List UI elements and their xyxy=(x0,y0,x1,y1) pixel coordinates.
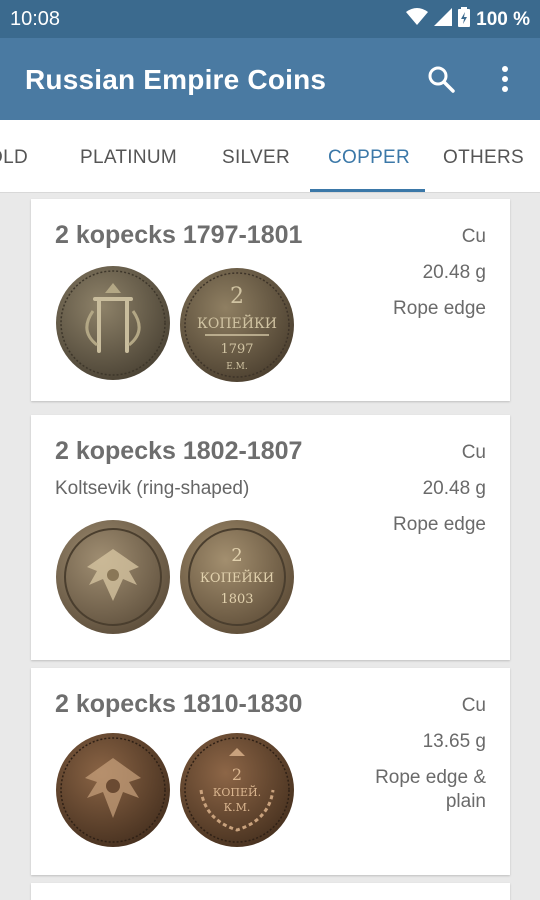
tab-bar: OLD PLATINUM SILVER COPPER OTHERS xyxy=(0,120,540,193)
coin-title: 2 kopecks 1802-1807 xyxy=(55,437,303,465)
coin-reverse-denomination: 2 xyxy=(232,765,242,784)
coin-metal: Cu xyxy=(461,695,486,716)
coin-reverse-word: КОПЕЙКИ xyxy=(197,313,277,332)
status-time: 10:08 xyxy=(10,8,61,30)
coin-list: 2 kopecks 1797-1801 Cu 20.48 g Rope edge… xyxy=(0,193,540,900)
coin-reverse-word: КОПЕЙ. xyxy=(213,785,261,799)
coin-obverse-image xyxy=(56,733,170,847)
coin-reverse-denomination: 2 xyxy=(230,284,244,309)
coin-meta: Cu 20.48 g Rope edge xyxy=(393,441,486,549)
coin-weight: 20.48 g xyxy=(422,262,486,283)
battery-icon xyxy=(458,7,471,33)
more-vert-icon[interactable] xyxy=(488,62,522,96)
coin-weight: 13.65 g xyxy=(422,731,486,752)
tab-gold[interactable]: OLD xyxy=(0,147,28,169)
coin-meta: Cu 20.48 g Rope edge xyxy=(393,225,486,333)
coin-reverse-year: 1803 xyxy=(220,592,253,607)
coin-card[interactable]: 2 kopecks 1810-1830 Cu 13.65 g Rope edge… xyxy=(31,668,510,875)
coin-card[interactable] xyxy=(31,883,510,900)
coin-reverse-denomination: 2 xyxy=(231,545,242,566)
coin-metal: Cu xyxy=(461,226,486,247)
coin-reverse-image: 2 КОПЕЙКИ 1803 xyxy=(180,520,294,634)
status-icons: 100 % xyxy=(406,7,530,33)
coin-meta: Cu 13.65 g Rope edge & plain xyxy=(356,694,486,826)
coin-reverse-mint: К.М. xyxy=(224,801,251,814)
coin-obverse-image xyxy=(56,266,170,380)
tab-silver[interactable]: SILVER xyxy=(222,147,290,169)
coin-title: 2 kopecks 1797-1801 xyxy=(55,221,303,249)
coin-subtitle: Koltsevik (ring-shaped) xyxy=(55,478,250,499)
coin-title: 2 kopecks 1810-1830 xyxy=(55,690,303,718)
coin-reverse-word: КОПЕЙКИ xyxy=(200,569,274,586)
app-bar: Russian Empire Coins xyxy=(0,38,540,120)
wifi-icon xyxy=(406,8,429,32)
coin-card[interactable]: 2 kopecks 1797-1801 Cu 20.48 g Rope edge… xyxy=(31,199,510,401)
tab-platinum[interactable]: PLATINUM xyxy=(80,147,177,169)
coin-card[interactable]: 2 kopecks 1802-1807 Koltsevik (ring-shap… xyxy=(31,415,510,660)
tab-others[interactable]: OTHERS xyxy=(443,147,524,169)
coin-obverse-image xyxy=(56,520,170,634)
coin-metal: Cu xyxy=(461,442,486,463)
app-title: Russian Empire Coins xyxy=(25,64,327,95)
coin-reverse-image: 2 КОПЕЙКИ 1797 Е.М. xyxy=(180,268,294,382)
coin-reverse-mint: Е.М. xyxy=(226,362,248,372)
coin-reverse-image: 2 КОПЕЙ. К.М. xyxy=(180,733,294,847)
coin-weight: 20.48 g xyxy=(422,478,486,499)
battery-level: 100 % xyxy=(476,9,530,30)
coin-edge: Rope edge & plain xyxy=(375,767,486,812)
signal-icon xyxy=(434,8,453,32)
coin-edge: Rope edge xyxy=(393,514,486,535)
tab-indicator xyxy=(310,189,425,192)
search-icon[interactable] xyxy=(424,62,458,96)
coin-reverse-year: 1797 xyxy=(220,342,253,357)
status-bar: 10:08 100 % xyxy=(0,0,540,38)
tab-copper[interactable]: COPPER xyxy=(328,147,410,169)
coin-edge: Rope edge xyxy=(393,298,486,319)
